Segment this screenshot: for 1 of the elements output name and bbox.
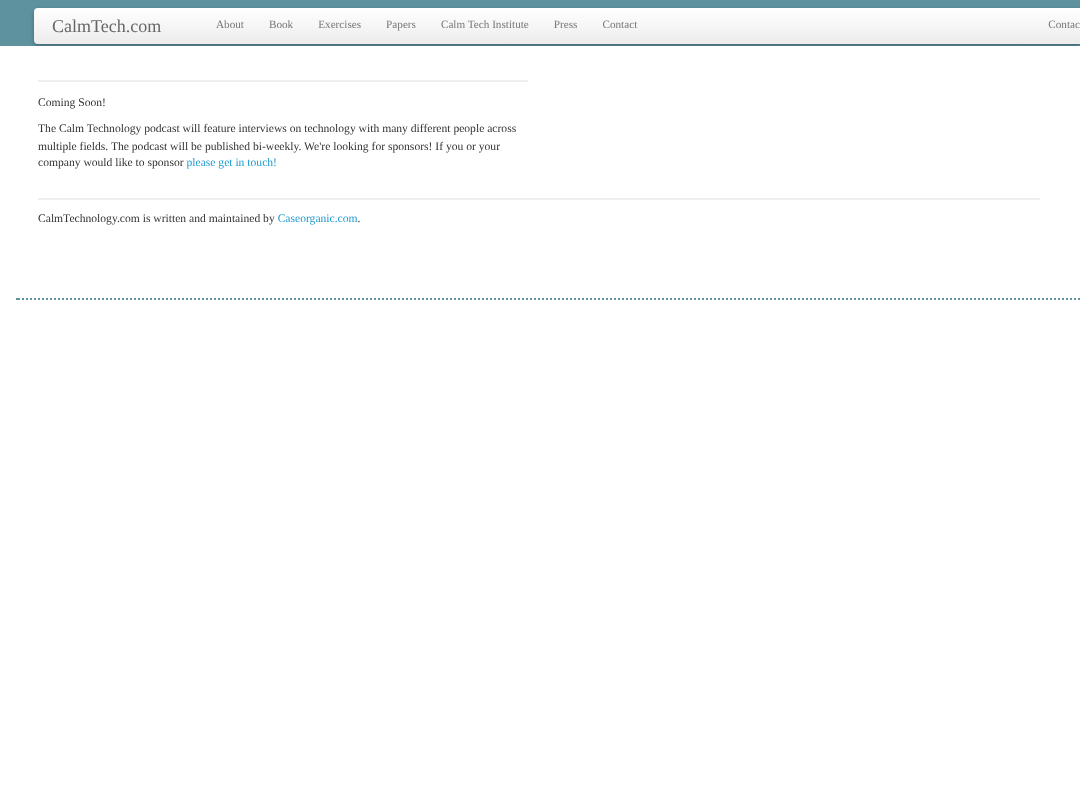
brand-link[interactable]: CalmTech.com [52,16,216,36]
